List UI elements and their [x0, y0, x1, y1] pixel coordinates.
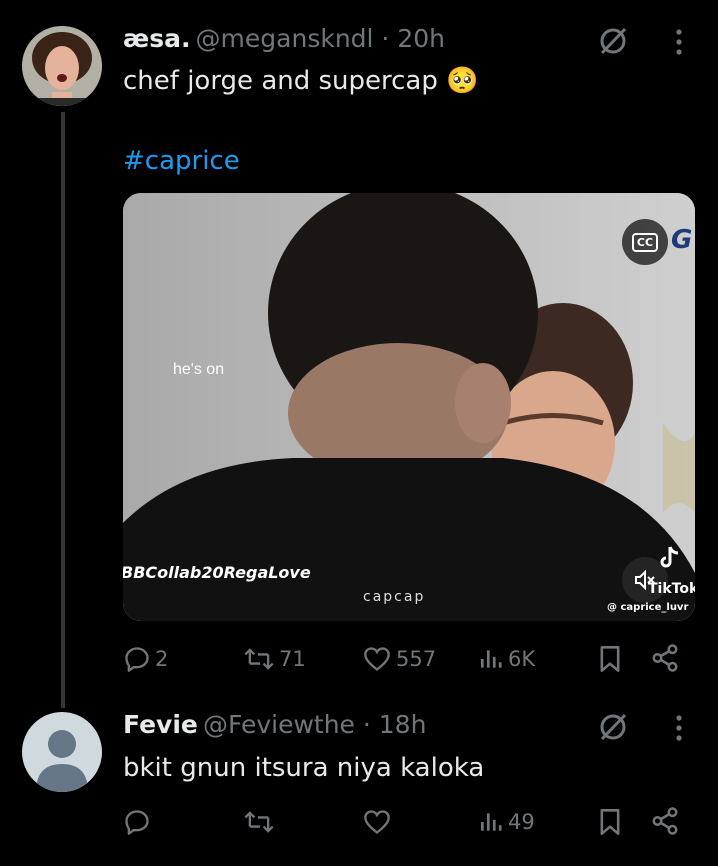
repost-icon — [244, 648, 274, 670]
cc-button[interactable]: CC — [622, 219, 668, 265]
like-icon — [364, 647, 390, 671]
reply-count: 2 — [155, 647, 169, 671]
display-name[interactable]: æsa. — [123, 24, 190, 53]
video-caption: he's on — [173, 361, 225, 378]
like-icon — [364, 810, 390, 834]
share-icon[interactable] — [650, 643, 680, 677]
handle-and-time[interactable]: @Feviewthe · 18h — [203, 710, 427, 739]
bookmark-icon[interactable] — [598, 808, 622, 840]
cc-icon: CC — [631, 232, 659, 252]
share-icon[interactable] — [650, 806, 680, 840]
reply-icon — [125, 647, 149, 672]
thread-line — [61, 112, 65, 708]
grok-icon[interactable] — [597, 25, 629, 61]
views-button[interactable]: 49 — [478, 808, 535, 836]
hashtag-link[interactable]: #caprice — [123, 146, 240, 176]
views-count: 6K — [508, 647, 536, 671]
repost-button[interactable] — [243, 808, 275, 836]
tweet-text: chef jorge and supercap — [123, 66, 438, 96]
like-button[interactable] — [362, 808, 392, 836]
corner-logo-text: G — [671, 225, 693, 255]
tiktok-label: TikTok — [648, 581, 695, 597]
avatar-default[interactable] — [22, 712, 102, 792]
reply-button[interactable]: 2 — [123, 645, 168, 673]
reply-button[interactable] — [123, 808, 151, 836]
repost-icon — [244, 811, 274, 833]
video-media[interactable]: he's on CC G BBCollab20RegaLove capcap T… — [123, 193, 695, 621]
watermark-capcap: capcap — [363, 589, 426, 605]
views-count: 49 — [508, 810, 535, 834]
repost-count: 71 — [279, 647, 306, 671]
views-icon — [480, 813, 502, 831]
more-icon[interactable] — [674, 714, 684, 746]
handle-and-time[interactable]: @megansknd​l · 20h — [196, 24, 445, 53]
views-button[interactable]: 6K — [478, 645, 535, 673]
more-icon[interactable] — [674, 28, 684, 60]
pleading-emoji: 🥺 — [446, 66, 479, 96]
like-button[interactable]: 557 — [362, 645, 436, 673]
reply-icon — [125, 810, 149, 835]
bookmark-icon[interactable] — [598, 645, 622, 677]
tweet-text: bkit gnun itsura niya kaloka — [123, 753, 485, 783]
like-count: 557 — [396, 647, 437, 671]
views-icon — [480, 650, 502, 668]
tiktok-username: @ caprice_luvr — [607, 602, 689, 613]
tiktok-icon — [658, 545, 680, 575]
avatar[interactable] — [22, 26, 102, 106]
watermark-hashtag: BBCollab20RegaLove — [123, 563, 311, 582]
display-name[interactable]: Fevie — [123, 710, 198, 739]
repost-button[interactable]: 71 — [243, 645, 306, 673]
grok-icon[interactable] — [597, 711, 629, 747]
